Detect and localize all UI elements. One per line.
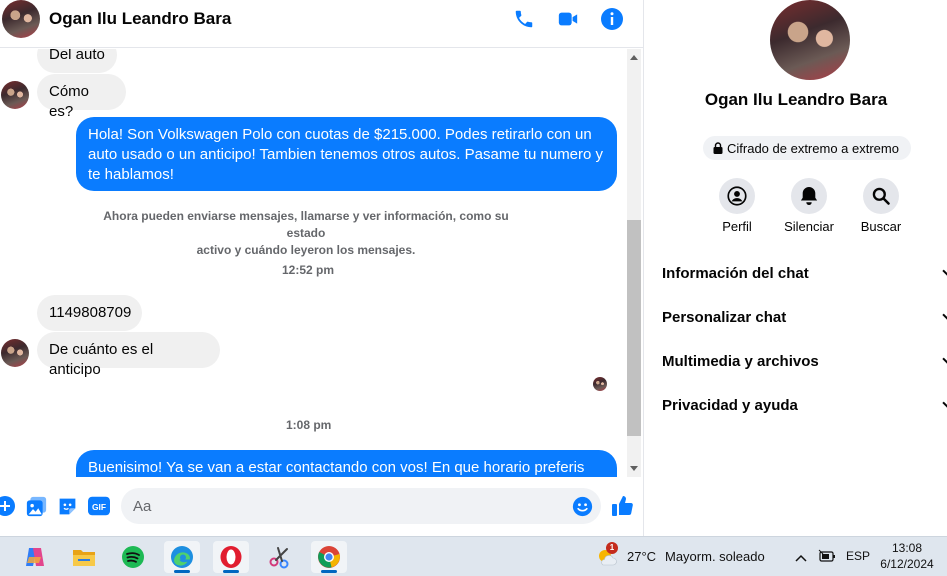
scroll-up-arrow-icon[interactable] [630, 55, 638, 60]
messenger-window: Ogan Ilu Leandro Bara Del auto Cómo es? … [0, 0, 947, 536]
video-camera-icon [558, 12, 578, 26]
clock[interactable]: 13:08 6/12/2024 [874, 540, 940, 572]
scroll-thumb[interactable] [627, 220, 641, 436]
send-like-button[interactable] [610, 493, 636, 519]
taskbar-edge[interactable] [164, 541, 200, 573]
message-scrollbar[interactable] [627, 49, 641, 477]
chrome-icon [318, 546, 340, 568]
section-customize-chat[interactable]: Personalizar chat [662, 309, 947, 326]
chevron-down-icon [942, 353, 947, 365]
sender-avatar[interactable] [1, 81, 29, 109]
call-button[interactable] [511, 6, 537, 32]
section-privacy-help[interactable]: Privacidad y ayuda [662, 397, 947, 414]
section-chat-info[interactable]: Información del chat [662, 265, 947, 282]
message-list[interactable]: Del auto Cómo es? Hola! Son Volkswagen P… [0, 49, 627, 477]
input-language[interactable]: ESP [846, 549, 870, 563]
composer: GIF [0, 480, 643, 536]
phone-icon [515, 10, 533, 28]
thumbs-up-icon [612, 496, 633, 516]
section-media-files[interactable]: Multimedia y archivos [662, 353, 947, 370]
gif-icon: GIF [88, 496, 110, 516]
opera-icon [220, 546, 242, 568]
folder-icon [73, 550, 95, 566]
more-actions-button[interactable] [0, 495, 16, 517]
outgoing-message[interactable]: Buenisimo! Ya se van a estar contactando… [76, 450, 617, 477]
chevron-down-icon [942, 397, 947, 409]
incoming-message[interactable]: De cuánto es el anticipo [37, 332, 220, 378]
attach-photo-button[interactable] [25, 495, 47, 517]
edge-icon [171, 546, 193, 568]
chevron-up-icon [795, 554, 807, 562]
bell-icon [800, 187, 818, 205]
read-receipt-avatar [593, 377, 607, 391]
sender-avatar[interactable] [1, 339, 29, 367]
search-action[interactable]: Buscar [846, 178, 916, 234]
weather-widget[interactable]: 1 [596, 542, 618, 568]
windows-taskbar: 1 27°C Mayorm. soleado ESP 13:08 6/12/20… [0, 536, 947, 576]
battery-icon [818, 549, 835, 562]
lock-icon [713, 142, 723, 154]
weather-alert-badge: 1 [606, 542, 618, 554]
chevron-down-icon [942, 265, 947, 277]
conversation-details-panel: Ogan Ilu Leandro Bara Cifrado de extremo… [643, 0, 947, 536]
incoming-message[interactable]: Cómo es? [37, 74, 126, 120]
taskbar-chrome[interactable] [311, 541, 347, 573]
profile-action[interactable]: Perfil [702, 178, 772, 234]
gif-button[interactable]: GIF [87, 495, 111, 517]
temperature[interactable]: 27°C [627, 549, 656, 564]
incoming-message[interactable]: Del auto [37, 49, 117, 73]
taskbar-spotify[interactable] [115, 541, 151, 573]
taskbar-copilot[interactable] [17, 541, 53, 573]
message-timestamp: 12:52 pm [282, 263, 335, 277]
profile-name: Ogan Ilu Leandro Bara [704, 90, 888, 109]
taskbar-opera[interactable] [213, 541, 249, 573]
incoming-message[interactable]: 1149808709 [37, 295, 142, 331]
copilot-icon [26, 548, 44, 566]
scroll-down-arrow-icon[interactable] [630, 466, 638, 471]
sticker-icon [59, 498, 75, 514]
person-icon [727, 186, 747, 206]
spotify-icon [122, 546, 144, 568]
info-icon [601, 8, 623, 30]
network-battery-button[interactable] [818, 549, 836, 563]
chevron-down-icon [942, 309, 947, 321]
message-timestamp: 1:08 pm [286, 418, 332, 432]
svg-text:GIF: GIF [92, 502, 106, 512]
photo-icon [26, 496, 46, 516]
encryption-system-note: Ahora pueden enviarse mensajes, llamarse… [103, 209, 509, 257]
scissors-icon [269, 547, 289, 569]
video-call-button[interactable] [555, 6, 581, 32]
taskbar-file-explorer[interactable] [66, 541, 102, 573]
outgoing-message[interactable]: Hola! Son Volkswagen Polo con cuotas de … [76, 117, 617, 191]
chat-header: Ogan Ilu Leandro Bara [0, 0, 643, 48]
encryption-badge[interactable]: Cifrado de extremo a extremo [703, 136, 911, 160]
conversation-info-button[interactable] [599, 6, 625, 32]
emoji-button[interactable] [571, 495, 593, 517]
plus-circle-icon [0, 496, 15, 516]
show-hidden-icons-button[interactable] [795, 550, 807, 562]
mute-action[interactable]: Silenciar [774, 178, 844, 234]
emoji-icon [572, 496, 592, 516]
message-input[interactable] [121, 488, 601, 524]
contact-name[interactable]: Ogan Ilu Leandro Bara [49, 9, 231, 29]
taskbar-snipping-tool[interactable] [262, 541, 298, 573]
contact-avatar[interactable] [2, 0, 40, 38]
sticker-button[interactable] [56, 495, 78, 517]
profile-avatar[interactable] [770, 0, 850, 80]
weather-text[interactable]: Mayorm. soleado [665, 549, 765, 564]
search-icon [872, 187, 890, 205]
